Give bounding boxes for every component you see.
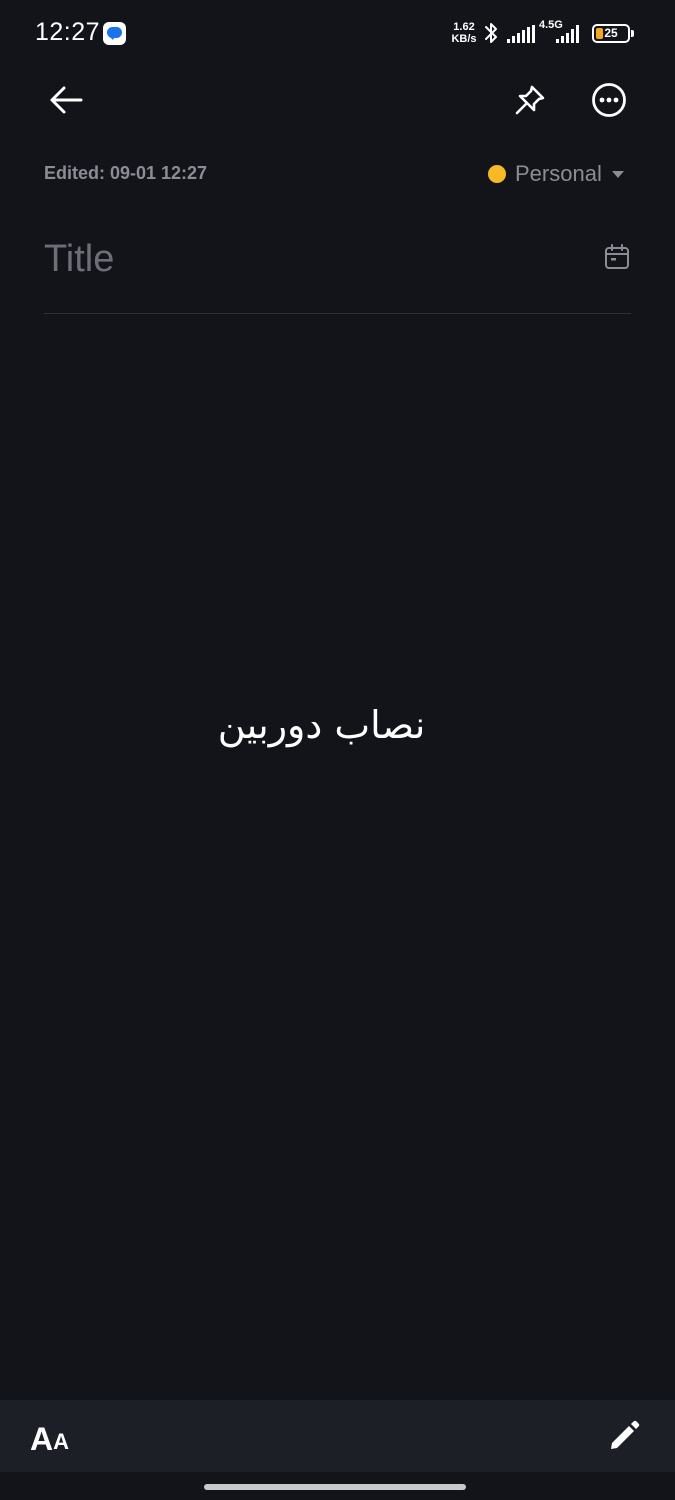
category-selector[interactable]: Personal xyxy=(488,158,624,190)
title-input[interactable] xyxy=(44,230,584,288)
edited-timestamp: Edited: 09-01 12:27 xyxy=(44,163,208,183)
note-body-text[interactable]: نصاب دوربین xyxy=(44,690,599,760)
more-options-button[interactable] xyxy=(587,78,631,122)
calendar-icon xyxy=(605,244,629,269)
network-speed-value: 1.62 xyxy=(453,21,475,33)
title-divider xyxy=(44,313,631,314)
network-speed-unit: KB/s xyxy=(451,33,477,45)
network-speed: 1.62 KB/s xyxy=(449,21,479,45)
battery-icon: 25 xyxy=(592,24,634,43)
pencil-icon xyxy=(611,1420,640,1449)
pin-button[interactable] xyxy=(508,78,552,122)
signal-icon-2 xyxy=(556,25,579,43)
text-format-button[interactable]: A A xyxy=(30,1414,69,1458)
reminder-button[interactable] xyxy=(600,240,634,274)
pin-icon xyxy=(515,85,545,115)
bluetooth-icon xyxy=(485,23,497,43)
edit-button[interactable] xyxy=(604,1416,644,1456)
caret-down-icon xyxy=(611,170,624,178)
category-color-dot xyxy=(488,165,506,183)
status-time: 12:27 xyxy=(35,18,101,46)
more-horizontal-circle-icon xyxy=(592,83,626,117)
status-bar: 12:27 1.62 KB/s 4.5G 25 xyxy=(0,0,675,68)
battery-level: 25 xyxy=(604,26,618,40)
bottom-toolbar: A A xyxy=(0,1400,675,1472)
category-label: Personal xyxy=(515,161,602,186)
text-format-small-letter: A xyxy=(53,1429,69,1454)
gesture-nav-area xyxy=(0,1472,675,1500)
home-indicator[interactable] xyxy=(204,1484,466,1490)
note-editor-screen: 12:27 1.62 KB/s 4.5G 25 Edited: 09-01 12… xyxy=(0,0,675,1500)
signal-icon xyxy=(507,25,535,43)
back-button[interactable] xyxy=(44,78,88,122)
arrow-left-icon xyxy=(50,86,83,114)
messages-icon xyxy=(103,22,126,45)
text-format-large-letter: A xyxy=(30,1421,54,1457)
